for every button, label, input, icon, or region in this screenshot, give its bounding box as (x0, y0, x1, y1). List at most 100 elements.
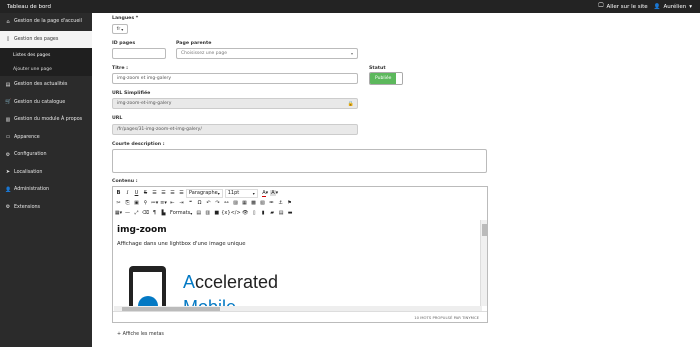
preview-icon[interactable]: ▤ (194, 209, 203, 218)
scrollbar-thumb[interactable] (482, 224, 487, 236)
sidebar-item-home-page[interactable]: ⌂ Gestion de la page d'accueil (0, 13, 92, 31)
bold-icon[interactable]: B (114, 189, 123, 198)
editor-content[interactable]: img-zoom Affichage dans une lightbox d'u… (114, 220, 482, 306)
simple-url-input[interactable]: img-zoom-et-img-galery 🔒 (112, 98, 358, 109)
table-icon[interactable]: ▦▾ (114, 209, 123, 218)
gallery-icon[interactable]: ▧ (258, 199, 267, 208)
desktop-icon: ▭ (5, 134, 11, 141)
bookmark-icon[interactable]: ⚑ (285, 199, 294, 208)
paragraph-mark-icon[interactable]: ¶ (150, 209, 159, 218)
link-icon[interactable]: ⚯ (222, 199, 231, 208)
template-icon[interactable]: ▥ (203, 209, 212, 218)
horizontal-rule-icon[interactable]: — (123, 209, 132, 218)
editor-toolbar-row-1: B I U S ☰ ☰ ☰ ☰ Paragraphe ▾ 11pt ▾ A ▾ A… (114, 188, 279, 198)
background-color-icon[interactable]: A ▾ (270, 189, 279, 198)
sidebar-item-label: Localisation (14, 169, 43, 175)
sidebar-subitem-label: Ajouter une page (13, 66, 52, 72)
language-select[interactable]: fr ▾ (112, 24, 128, 34)
bullet-list-icon[interactable]: ≔▾ (150, 199, 159, 208)
folder-icon[interactable]: ▰ (268, 209, 277, 218)
dashboard-title[interactable]: Tableau de bord (0, 4, 51, 10)
sidebar-item-news[interactable]: ▤ Gestion des actualités (0, 76, 92, 94)
parent-page-select[interactable]: Choisissez une page ▾ (176, 48, 358, 59)
align-justify-icon[interactable]: ☰ (177, 189, 186, 198)
short-description-textarea[interactable] (112, 149, 487, 173)
copy-icon[interactable]: ⎘ (123, 199, 132, 208)
visual-blocks-icon[interactable]: ▙ (159, 209, 168, 218)
content-label: Contenu : (112, 179, 138, 184)
sidebar-item-extensions[interactable]: ⚙ Extensions (0, 199, 92, 217)
editor-toolbar-row-2: ✂ ⎘ ▣ ⚲ ≔▾ ≡▾ ⇤ ⇥ ❝ Ω ↶ ↷ ⚯ ▨ ▦ ▩ ▧ ⚮ ⚓ … (114, 198, 294, 208)
font-size-value: 11pt (227, 190, 240, 196)
lock-icon[interactable]: 🔒 (345, 99, 357, 108)
sidebar-item-administration[interactable]: 👤 Administration (0, 181, 92, 199)
paragraph-format-select[interactable]: Paragraphe ▾ (186, 188, 223, 198)
cart-icon: 🛒 (5, 99, 12, 106)
find-replace-icon[interactable]: ⚲ (141, 199, 150, 208)
sidebar-item-about[interactable]: ▥ Gestion du module À propos (0, 111, 92, 129)
url-label: URL (112, 116, 123, 121)
sidebar-item-appearance[interactable]: ▭ Apparence (0, 129, 92, 147)
url-input[interactable]: /fr/pages/31-img-zoom-et-img-galery/ (112, 124, 358, 135)
sidebar-subitem-add-page[interactable]: Ajouter une page (0, 62, 92, 76)
font-size-select[interactable]: 11pt ▾ (224, 188, 258, 198)
gear-icon: ⚙ (5, 151, 11, 158)
clear-format-icon[interactable]: ⌫ (141, 209, 150, 218)
save-icon[interactable]: ▤ (277, 209, 286, 218)
paste-icon[interactable]: ▣ (132, 199, 141, 208)
underline-icon[interactable]: U (132, 189, 141, 198)
user-menu[interactable]: 👤 Aurélien ▾ (654, 4, 692, 10)
insert-image-icon[interactable]: ▩ (249, 199, 258, 208)
special-char-icon[interactable]: Ω (195, 199, 204, 208)
anchor-icon[interactable]: ⚓ (276, 199, 285, 208)
cut-icon[interactable]: ✂ (114, 199, 123, 208)
visibility-icon[interactable]: 👁 (241, 209, 250, 218)
editor-vertical-scrollbar[interactable] (480, 220, 487, 306)
sidebar-item-label: Administration (14, 187, 50, 193)
book-icon: ▥ (5, 116, 11, 123)
redo-icon[interactable]: ↷ (213, 199, 222, 208)
sidebar-item-localisation[interactable]: ➤ Localisation (0, 164, 92, 182)
top-bar: Tableau de bord 🖵 Aller sur le site 👤 Au… (0, 0, 700, 13)
status-label: Statut (369, 66, 386, 71)
document-icon[interactable]: ▯ (250, 209, 259, 218)
unlink-icon[interactable]: ⚮ (267, 199, 276, 208)
strikethrough-icon[interactable]: S (141, 189, 150, 198)
formats-select[interactable]: Formats ▾ (168, 209, 194, 218)
word-count-label: 10 MOTS PROPULSÉ PAR TINYMCE (414, 314, 479, 320)
status-toggle[interactable]: Publiée (369, 72, 403, 85)
indent-icon[interactable]: ⇥ (177, 199, 186, 208)
undo-icon[interactable]: ↶ (204, 199, 213, 208)
show-metas-link[interactable]: + Affiche les metas (117, 332, 164, 337)
blockquote-icon[interactable]: ❝ (186, 199, 195, 208)
code-icon[interactable]: </> (231, 209, 241, 218)
print-icon[interactable]: ▬ (286, 209, 295, 218)
sidebar-item-configuration[interactable]: ⚙ Configuration (0, 146, 92, 164)
sidebar-item-label: Apparence (14, 134, 40, 140)
sidebar-subitem-page-list[interactable]: Listes des pages (0, 48, 92, 62)
variable-icon[interactable]: {x} (221, 209, 230, 218)
text-color-icon[interactable]: A ▾ (261, 189, 270, 198)
view-site-link[interactable]: 🖵 Aller sur le site (598, 3, 647, 10)
italic-icon[interactable]: I (123, 189, 132, 198)
title-input[interactable]: img-zoom et img-galery (112, 73, 358, 84)
align-center-icon[interactable]: ☰ (159, 189, 168, 198)
media-embed-icon[interactable]: ■ (212, 209, 221, 218)
numbered-list-icon[interactable]: ≡▾ (159, 199, 168, 208)
pages-submenu: Listes des pages Ajouter une page (0, 48, 92, 76)
simple-url-label: URL Simplifiée (112, 91, 151, 96)
align-right-icon[interactable]: ☰ (168, 189, 177, 198)
media-icon[interactable]: ▦ (240, 199, 249, 208)
amp-logo-text-rest: ccelerated (195, 272, 279, 292)
fullscreen-icon[interactable]: ⤢ (132, 209, 141, 218)
file-icon: ▯ (6, 36, 10, 43)
sidebar-item-label: Gestion des pages (14, 36, 59, 42)
image-icon[interactable]: ▨ (231, 199, 240, 208)
align-left-icon[interactable]: ☰ (150, 189, 159, 198)
sidebar-item-pages[interactable]: ▯ Gestion des pages (0, 30, 92, 48)
page-id-input[interactable] (112, 48, 166, 59)
new-document-icon[interactable]: ▮ (259, 209, 268, 218)
sidebar-item-catalog[interactable]: 🛒 Gestion du catalogue (0, 94, 92, 112)
outdent-icon[interactable]: ⇤ (168, 199, 177, 208)
plus-icon: + (117, 332, 122, 337)
